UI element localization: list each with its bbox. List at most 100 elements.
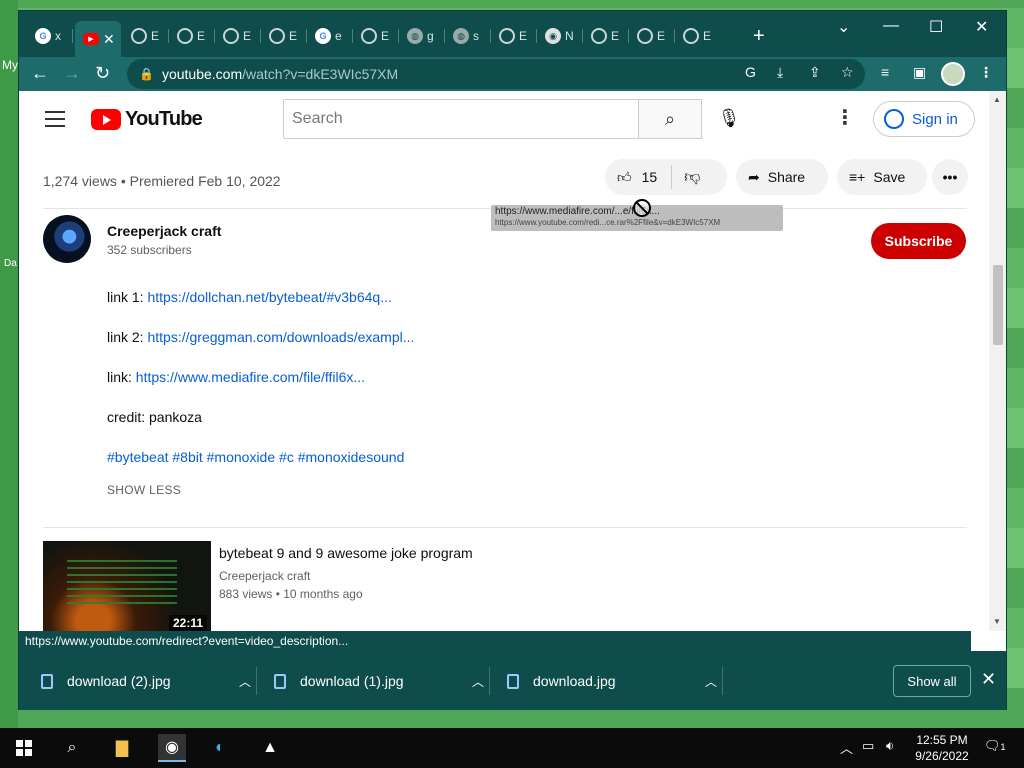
- show-less-button[interactable]: SHOW LESS: [107, 483, 181, 497]
- microphone-icon[interactable]: 🎙: [718, 103, 741, 133]
- browser-tab[interactable]: E: [629, 23, 675, 49]
- browser-tab[interactable]: E: [123, 23, 169, 49]
- github-icon: [361, 28, 377, 44]
- browser-tab[interactable]: Ge: [307, 23, 353, 49]
- search-icon[interactable]: ⌕: [58, 734, 86, 762]
- browser-tab[interactable]: E: [675, 23, 721, 49]
- browser-tab[interactable]: ◍ s: [445, 23, 491, 49]
- file-explorer-icon[interactable]: ▇: [108, 734, 136, 762]
- recommended-video-channel[interactable]: Creeperjack craft: [219, 569, 310, 583]
- scrollbar-thumb[interactable]: [993, 265, 1003, 345]
- downloads-bar: download (2).jpg ︿ download (1).jpg ︿ do…: [19, 651, 1006, 710]
- youtube-logo[interactable]: YouTube: [91, 108, 203, 131]
- browser-tab[interactable]: E: [353, 23, 399, 49]
- close-downloads-icon[interactable]: ✕: [981, 669, 996, 690]
- system-clock[interactable]: 12:55 PM 9/26/2022: [912, 732, 972, 764]
- browser-tab-active[interactable]: ▶ ✕: [75, 21, 121, 57]
- hashtag-link[interactable]: #monoxidesound: [298, 449, 405, 465]
- start-button[interactable]: [10, 734, 38, 762]
- new-tab-button[interactable]: +: [753, 25, 765, 48]
- browser-menu-icon[interactable]: ⋮: [979, 64, 993, 81]
- browser-tab[interactable]: E: [491, 23, 537, 49]
- share-page-icon[interactable]: ⇪: [809, 64, 821, 81]
- description-link-2[interactable]: https://greggman.com/downloads/exampl...: [147, 329, 414, 345]
- account-icon: [884, 109, 904, 129]
- description-credit: credit: pankoza: [107, 409, 202, 425]
- edge-icon[interactable]: ◐: [206, 734, 234, 762]
- hashtag-link[interactable]: #monoxide: [207, 449, 276, 465]
- minimize-button[interactable]: —: [883, 17, 899, 35]
- bookmark-star-icon[interactable]: ☆: [841, 64, 854, 81]
- scroll-up-icon[interactable]: ▲: [993, 95, 1001, 104]
- close-tab-icon[interactable]: ✕: [103, 31, 115, 48]
- dislike-button[interactable]: 👎︎: [684, 168, 700, 187]
- download-item[interactable]: download.jpg ︿: [507, 661, 737, 701]
- like-dislike-group: 👍︎ 15 👎︎: [605, 159, 727, 195]
- chrome-icon[interactable]: ◉: [158, 734, 186, 762]
- reload-icon[interactable]: ↻: [95, 63, 110, 84]
- scroll-down-icon[interactable]: ▼: [993, 617, 1001, 626]
- back-icon[interactable]: ←: [31, 63, 49, 84]
- hashtag-link[interactable]: #c: [279, 449, 294, 465]
- subscribe-button[interactable]: Subscribe: [871, 223, 966, 259]
- save-button[interactable]: ≡+ Save: [837, 159, 927, 195]
- side-panel-icon[interactable]: ▣: [913, 64, 926, 81]
- windows-icon: [16, 740, 32, 756]
- network-icon[interactable]: ▭: [862, 738, 874, 754]
- description-link-1[interactable]: https://dollchan.net/bytebeat/#v3b64q...: [147, 289, 391, 305]
- recommended-video-thumbnail[interactable]: 22:11: [43, 541, 211, 631]
- desktop-icon-label[interactable]: My: [2, 58, 18, 72]
- share-button[interactable]: ➦ Share: [736, 159, 828, 195]
- github-icon: [131, 28, 147, 44]
- browser-tab[interactable]: E: [169, 23, 215, 49]
- browser-tab[interactable]: ◍ g: [399, 23, 445, 49]
- browser-tab[interactable]: E: [583, 23, 629, 49]
- download-item[interactable]: download (2).jpg ︿: [41, 661, 271, 701]
- reading-list-icon[interactable]: ≡: [881, 64, 889, 80]
- menu-icon[interactable]: [45, 111, 65, 132]
- lock-icon: 🔒: [139, 67, 154, 81]
- chevron-up-icon[interactable]: ︿: [705, 673, 717, 690]
- maximize-button[interactable]: ☐: [929, 17, 943, 37]
- tab-search-icon[interactable]: ⌄: [837, 17, 850, 37]
- notification-center-icon[interactable]: 🗨︎1: [984, 738, 1006, 754]
- settings-kebab-icon[interactable]: ⋮: [835, 105, 855, 130]
- close-window-button[interactable]: ✕: [975, 17, 988, 37]
- profile-avatar[interactable]: [941, 62, 965, 86]
- google-lens-icon[interactable]: G: [745, 64, 756, 80]
- install-icon[interactable]: ⤓: [777, 64, 783, 81]
- forward-icon[interactable]: →: [63, 63, 81, 84]
- hashtag-link[interactable]: #bytebeat: [107, 449, 169, 465]
- description-line: link 1: https://dollchan.net/bytebeat/#v…: [107, 289, 392, 305]
- desktop-icon-label[interactable]: Da: [4, 258, 17, 269]
- hashtag-row: #bytebeat #8bit #monoxide #c #monoxideso…: [107, 449, 404, 465]
- description-line: link 2: https://greggman.com/downloads/e…: [107, 329, 415, 345]
- browser-tab[interactable]: ◉ N: [537, 23, 583, 49]
- page-scrollbar[interactable]: ▲ ▼: [989, 91, 1006, 631]
- taskbar: ⌕ ▇ ◉ ◐ ▲ ︿ ▭ 🔉︎ 12:55 PM 9/26/2022 🗨︎1: [0, 728, 1024, 768]
- chevron-up-icon[interactable]: ︿: [472, 673, 484, 690]
- download-item[interactable]: download (1).jpg ︿: [274, 661, 504, 701]
- volume-icon[interactable]: 🔉︎: [886, 738, 894, 754]
- channel-name[interactable]: Creeperjack craft: [107, 223, 221, 239]
- channel-avatar[interactable]: [43, 215, 91, 263]
- chevron-up-icon[interactable]: ︿: [239, 673, 251, 690]
- photos-icon[interactable]: ▲: [256, 734, 284, 762]
- description-link-3[interactable]: https://www.mediafire.com/file/ffil6x...: [136, 369, 365, 385]
- sign-in-button[interactable]: Sign in: [873, 101, 975, 137]
- globe-icon: ◍: [407, 28, 423, 44]
- hashtag-link[interactable]: #8bit: [172, 449, 202, 465]
- recommended-video-title[interactable]: bytebeat 9 and 9 awesome joke program: [219, 545, 473, 561]
- search-input[interactable]: Search: [283, 99, 639, 139]
- youtube-icon: ▶: [83, 33, 99, 45]
- browser-tab[interactable]: E: [215, 23, 261, 49]
- show-all-downloads-button[interactable]: Show all: [893, 665, 971, 697]
- chevron-up-icon[interactable]: ︿: [840, 738, 853, 757]
- browser-tab[interactable]: E: [261, 23, 307, 49]
- browser-tab[interactable]: Gx: [27, 23, 73, 49]
- search-button[interactable]: ⌕: [638, 99, 702, 139]
- more-actions-button[interactable]: •••: [932, 159, 968, 195]
- like-button[interactable]: 👍︎ 15: [605, 169, 657, 186]
- google-icon: G: [315, 28, 331, 44]
- recommended-video-meta: 883 views • 10 months ago: [219, 587, 363, 601]
